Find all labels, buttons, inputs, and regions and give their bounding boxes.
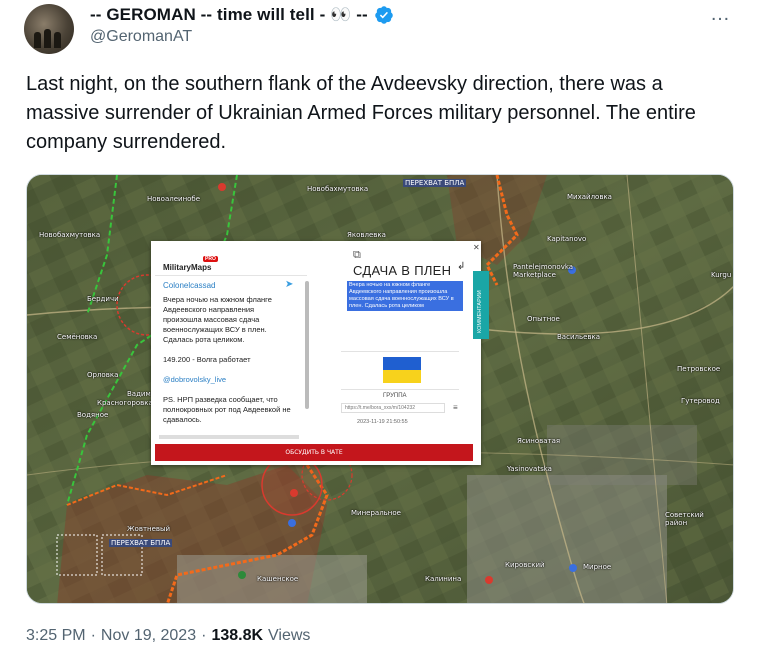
map-label: Pantelejmonovka Marketplace bbox=[513, 263, 574, 279]
avatar-figure bbox=[34, 32, 41, 48]
map-label: Петровское bbox=[677, 365, 721, 373]
tweet-time[interactable]: 3:25 PM bbox=[26, 627, 86, 645]
source-url-field[interactable]: https://t.me/bora_xxx/m/104232 bbox=[341, 403, 445, 413]
author-name-row: -- GEROMAN -- time will tell - 👀 -- bbox=[90, 5, 394, 25]
discuss-in-chat-button[interactable]: ОБСУДИТЬ В ЧАТЕ bbox=[155, 444, 473, 461]
divider bbox=[341, 351, 459, 352]
author-avatar[interactable] bbox=[24, 4, 74, 54]
separator: · bbox=[90, 627, 96, 644]
map-label: Семёновка bbox=[57, 333, 98, 341]
flag-blue-stripe bbox=[383, 357, 421, 370]
map-label: Жовтневый bbox=[127, 525, 171, 533]
news-date: 2023-11-19 21:50:55 bbox=[357, 419, 408, 425]
menu-icon[interactable]: ≡ bbox=[453, 403, 458, 412]
close-icon[interactable]: ✕ bbox=[473, 243, 480, 252]
views-count: 138.8K bbox=[211, 627, 264, 644]
map-label: Yasinovatska bbox=[507, 465, 552, 473]
map-label: Кировский bbox=[505, 561, 545, 569]
map-label: Водяное bbox=[77, 411, 109, 419]
corner-arrow-icon[interactable]: ↲ bbox=[457, 261, 465, 272]
map-label: Красногоровка bbox=[97, 399, 153, 407]
tweet-card: -- GEROMAN -- time will tell - 👀 -- @Ger… bbox=[0, 0, 759, 667]
divider bbox=[341, 389, 459, 390]
map-label: Kurgu bbox=[711, 271, 732, 279]
post-body: Вчера ночью на южном фланге Авдеевского … bbox=[163, 295, 293, 435]
map-label: Опытное bbox=[527, 315, 560, 323]
map-label: ПЕРЕХВАТ БПЛА bbox=[403, 179, 467, 187]
telegram-plane-icon: ➤ bbox=[285, 279, 294, 290]
news-card-panel: ⧉ СДАЧА В ПЛЕН ↲ Вчера ночью на южном фл… bbox=[311, 245, 469, 441]
map-label: Бердичи bbox=[87, 295, 119, 303]
map-label: Ясиноватая bbox=[517, 437, 561, 445]
ukraine-flag-image bbox=[383, 357, 421, 383]
map-label: ПЕРЕХВАТ БПЛА bbox=[109, 539, 173, 547]
map-label: Новобахмутовка bbox=[39, 231, 101, 239]
pro-badge: PRO bbox=[203, 256, 218, 262]
views-label: Views bbox=[268, 627, 311, 644]
map-label: Васильевка bbox=[557, 333, 601, 341]
group-label: ГРУППА bbox=[383, 393, 407, 399]
post-paragraph: 149.200 - Волга работает bbox=[163, 355, 251, 364]
map-label: Новоалеинобе bbox=[147, 195, 201, 203]
map-label: Kapitanovo bbox=[547, 235, 587, 243]
telegram-post-panel: MilitaryMaps PRO Colonelcassad ➤ Вчера н… bbox=[155, 245, 309, 441]
avatar-figure bbox=[54, 32, 61, 48]
comments-side-tab[interactable]: КОММЕНТАРИИ bbox=[473, 271, 489, 339]
comments-tab-label: КОММЕНТАРИИ bbox=[477, 290, 483, 333]
channel-name-link[interactable]: Colonelcassad bbox=[163, 281, 215, 290]
verified-badge-icon bbox=[375, 6, 393, 24]
avatar-figure bbox=[44, 29, 51, 48]
author-handle[interactable]: @GeromanAT bbox=[90, 28, 192, 46]
tweet-date[interactable]: Nov 19, 2023 bbox=[101, 627, 196, 645]
map-label: Орловка bbox=[87, 371, 119, 379]
news-title: СДАЧА В ПЛЕН bbox=[353, 263, 452, 278]
telegram-news-popup: MilitaryMaps PRO Colonelcassad ➤ Вчера н… bbox=[151, 241, 489, 465]
more-options-icon[interactable]: … bbox=[710, 4, 731, 24]
tweet-footer-meta: 3:25 PM · Nov 19, 2023 · 138.8K Views bbox=[26, 627, 310, 645]
divider bbox=[155, 275, 307, 276]
map-label: Мирное bbox=[583, 563, 612, 571]
post-paragraph: PS. НРП разведка сообщает, что полнокров… bbox=[163, 395, 291, 424]
tweet-media-map[interactable]: ПЕРЕХВАТ БПЛА Новобахмутовка Новоалеиноб… bbox=[26, 174, 734, 604]
horizontal-scrollbar[interactable] bbox=[159, 435, 299, 439]
map-label: Кашенское bbox=[257, 575, 299, 583]
map-label: Яковлевка bbox=[347, 231, 386, 239]
news-highlighted-text: Вчера ночью на южном фланге Авдеевского … bbox=[347, 281, 463, 311]
map-label: Советский район bbox=[665, 511, 704, 527]
author-display-name[interactable]: -- GEROMAN -- time will tell - 👀 -- bbox=[90, 5, 368, 25]
separator: · bbox=[201, 627, 207, 644]
flag-yellow-stripe bbox=[383, 370, 421, 383]
map-label: Калинина bbox=[425, 575, 462, 583]
copy-icon[interactable]: ⧉ bbox=[353, 249, 361, 262]
map-label: Новобахмутовка bbox=[307, 185, 369, 193]
post-mention-link[interactable]: @dobrovolsky_live bbox=[163, 375, 293, 385]
vertical-scrollbar[interactable] bbox=[305, 281, 309, 409]
map-label: Гутеровод bbox=[681, 397, 720, 405]
tweet-text: Last night, on the southern flank of the… bbox=[26, 73, 696, 153]
post-paragraph: Вчера ночью на южном фланге Авдеевского … bbox=[163, 295, 272, 344]
map-label: Минеральное bbox=[351, 509, 401, 517]
militarymaps-logo: MilitaryMaps bbox=[163, 263, 212, 272]
map-label: Михайловка bbox=[567, 193, 612, 201]
